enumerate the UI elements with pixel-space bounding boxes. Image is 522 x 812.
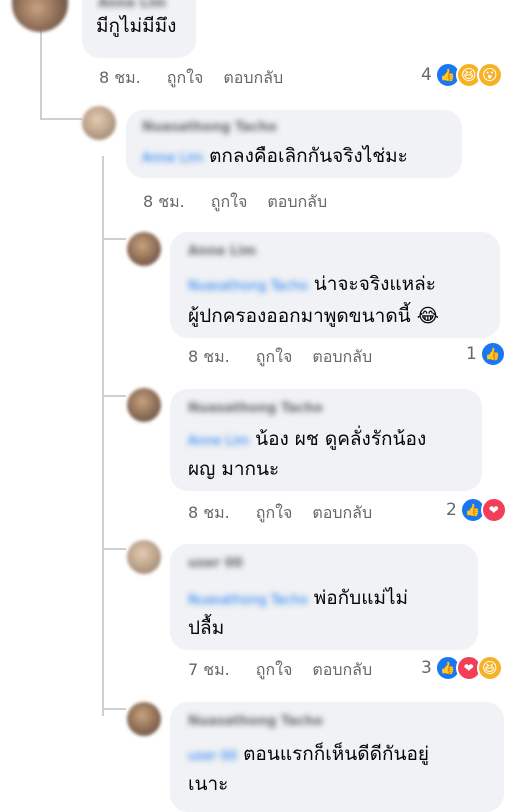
reaction-count: 3 — [421, 658, 432, 678]
comment-text: มีกูไม่มีมึง — [96, 15, 177, 37]
comment-actions: 7 ชม. ถูกใจ ตอบกลับ — [188, 658, 392, 683]
comment-text-line2: ผญ มากนะ — [188, 458, 280, 480]
like-button[interactable]: ถูกใจ — [211, 192, 248, 211]
thread-connector — [102, 708, 126, 710]
like-button[interactable]: ถูกใจ — [167, 68, 204, 87]
like-button[interactable]: ถูกใจ — [256, 347, 293, 366]
thread-connector — [102, 548, 126, 550]
timestamp: 7 ชม. — [188, 660, 230, 679]
haha-reaction-icon: 😆 — [476, 655, 503, 681]
timestamp: 8 ชม. — [99, 68, 141, 87]
reaction-summary[interactable]: 1 👍 — [466, 341, 506, 367]
comment-bubble: Anne Lim Nuasathong Tacho น่าจะจริงแหล่ะ… — [170, 232, 500, 338]
like-button[interactable]: ถูกใจ — [256, 503, 293, 522]
comment-bubble: Nuasathong Tacho user 00 ตอนแรกก็เห็นดีด… — [170, 702, 504, 812]
commenter-name[interactable]: user 00 — [188, 556, 243, 571]
thread-connector — [102, 395, 126, 397]
reply-button[interactable]: ตอบกลับ — [312, 660, 372, 679]
reply-button[interactable]: ตอบกลับ — [312, 347, 372, 366]
comment-text: Nuasathong Tacho น่าจะจริงแหล่ะ — [188, 273, 436, 295]
reaction-count: 1 — [466, 344, 477, 364]
reply-button[interactable]: ตอบกลับ — [267, 192, 327, 211]
commenter-name[interactable]: Anne Lim — [188, 244, 256, 259]
comment-text: Anne Lim ตกลงคือเลิกกันจริงไช่มะ — [142, 145, 408, 167]
love-reaction-icon: ❤ — [480, 497, 507, 523]
comment-actions: 8 ชม. ถูกใจ ตอบกลับ — [188, 501, 392, 526]
reaction-count: 2 — [446, 500, 457, 520]
comment-actions: 8 ชม. ถูกใจ ตอบกลับ — [99, 66, 303, 91]
reply-button[interactable]: ตอบกลับ — [223, 68, 283, 87]
commenter-name[interactable]: Nuasathong Tacho — [142, 120, 277, 135]
mention-tag[interactable]: Anne Lim — [142, 151, 203, 166]
comment-bubble: Nuasathong Tacho Anne Lim น้อง ผช ดูคลั่… — [170, 389, 482, 491]
timestamp: 8 ชม. — [143, 192, 185, 211]
reaction-summary[interactable]: 2 👍 ❤ — [446, 497, 507, 523]
mention-tag[interactable]: user 00 — [188, 749, 237, 764]
thread-connector — [102, 238, 126, 240]
reply-button[interactable]: ตอบกลับ — [312, 503, 372, 522]
comment-bubble: user 00 Nuasathong Tacho พ่อกับแม่ไม่ ปล… — [170, 544, 478, 650]
comment-bubble: Nuasathong Tacho Anne Lim ตกลงคือเลิกกัน… — [126, 110, 462, 178]
comment-actions: 8 ชม. ถูกใจ ตอบกลับ — [143, 190, 347, 215]
mention-tag[interactable]: Anne Lim — [188, 434, 249, 449]
commenter-name[interactable]: Nuasathong Tacho — [188, 401, 323, 416]
mention-tag[interactable]: Nuasathong Tacho — [188, 593, 308, 608]
comment-text-line2: เนาะ — [188, 773, 229, 795]
avatar[interactable] — [12, 0, 68, 32]
comment-text-line2: ปลื้ม — [188, 617, 225, 639]
reaction-count: 4 — [421, 65, 432, 85]
thread-line-main — [40, 30, 42, 120]
thread-line-replies — [102, 156, 104, 716]
timestamp: 8 ชม. — [188, 347, 230, 366]
avatar[interactable] — [127, 388, 161, 422]
reaction-summary[interactable]: 4 👍 😆 😮 — [421, 62, 503, 88]
commenter-name[interactable]: Nuasathong Tacho — [188, 714, 323, 729]
mention-tag[interactable]: Nuasathong Tacho — [188, 279, 308, 294]
reaction-summary[interactable]: 3 👍 ❤ 😆 — [421, 655, 503, 681]
avatar[interactable] — [82, 106, 116, 140]
avatar[interactable] — [127, 540, 161, 574]
thread-connector — [40, 118, 82, 120]
comment-actions: 8 ชม. ถูกใจ ตอบกลับ — [188, 345, 392, 370]
wow-reaction-icon: 😮 — [476, 62, 503, 88]
like-reaction-icon: 👍 — [479, 341, 506, 367]
avatar[interactable] — [127, 702, 161, 736]
like-button[interactable]: ถูกใจ — [256, 660, 293, 679]
comment-text-line2: ผู้ปกครองออกมาพูดขนาดนี้ 😂 — [188, 305, 439, 327]
comment-bubble: Anne Lim มีกูไม่มีมึง — [82, 0, 196, 58]
avatar[interactable] — [127, 232, 161, 266]
timestamp: 8 ชม. — [188, 503, 230, 522]
